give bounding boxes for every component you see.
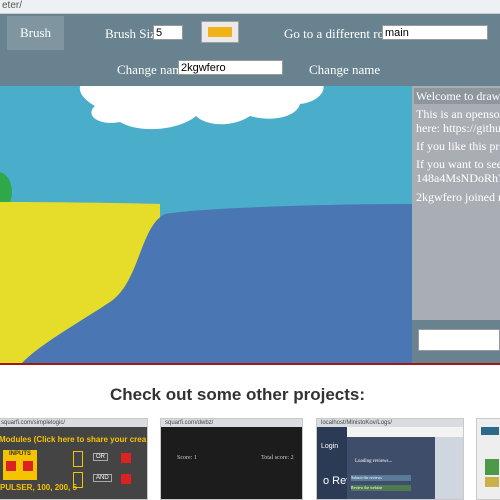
inputs-label: INPUTS — [9, 451, 32, 457]
project-thumbnail-partial[interactable] — [476, 418, 500, 500]
toolbar: Brush Brush Size: Go to a different room… — [0, 14, 500, 86]
thumb-sidebar — [317, 427, 347, 499]
project-thumbnail-simplelogic[interactable]: squarfi.com/simplelogic/ Modules (Click … — [0, 418, 148, 500]
chat-panel: Welcome to drawtog This is an opensourc … — [412, 86, 500, 365]
chat-messages: Welcome to drawtog This is an opensourc … — [412, 86, 500, 320]
thumb-url: squarfi.com/dwbz/ — [161, 419, 302, 427]
projects-heading: Check out some other projects: — [109, 385, 366, 404]
project-thumbnail-reviews[interactable]: localhost/MinistoKov/Logs/ Login o Rev L… — [316, 418, 464, 500]
url-text: eter/ — [2, 0, 23, 11]
color-swatch — [208, 27, 232, 37]
and-gate: AND — [93, 474, 112, 482]
change-name-button[interactable]: Change name — [309, 62, 380, 78]
chat-message: Welcome to drawtog — [414, 88, 500, 104]
thumb-item: Review the website — [351, 485, 411, 491]
browser-url-bar[interactable]: eter/ — [0, 0, 500, 14]
brush-button[interactable]: Brush — [7, 16, 64, 50]
score-left: Score: 1 — [177, 455, 197, 461]
room-input[interactable] — [382, 25, 488, 40]
name-input[interactable] — [178, 60, 283, 75]
thumb-screen — [161, 427, 302, 499]
pulser-label: PULSER, 100, 200, 5 — [0, 483, 77, 492]
thumb-url: squarfi.com/simplelogic/ — [0, 419, 147, 427]
chat-message: 2kgwfero joined mai — [416, 190, 500, 204]
chat-input-bar — [412, 320, 500, 363]
gate-block — [73, 472, 83, 488]
thumb-url: localhost/MinistoKov/Logs/ — [317, 419, 463, 427]
thumb-right-pane — [435, 437, 463, 499]
chat-message: If you like this projec — [416, 139, 500, 153]
thumb-login: Login — [321, 443, 339, 450]
thumb-item: Submit the reviews — [351, 475, 411, 481]
score-right: Total score: 2 — [261, 455, 294, 461]
canvas-drawing — [0, 86, 412, 363]
brush-color-picker[interactable] — [201, 21, 239, 43]
output-led — [121, 474, 131, 484]
thumb-block — [485, 477, 499, 487]
output-led — [121, 453, 131, 463]
input-led — [6, 461, 16, 471]
thumb-block — [485, 459, 499, 475]
gate-block — [73, 451, 83, 467]
thumb-header — [481, 427, 499, 435]
input-led — [23, 461, 33, 471]
chat-message: 148a4MsNDoRh7q — [416, 171, 500, 185]
drawing-canvas[interactable] — [0, 86, 412, 365]
or-gate: OR — [93, 453, 108, 461]
thumb-loading: Loading reviews... — [355, 459, 393, 464]
project-thumbnail-game[interactable]: squarfi.com/dwbz/ Score: 1 Total score: … — [160, 418, 303, 500]
chat-input[interactable] — [418, 329, 500, 351]
thumb-title: Modules (Click here to share your crea — [0, 435, 147, 444]
brush-size-input[interactable] — [153, 25, 183, 40]
chat-message: here: https://github.co — [416, 121, 500, 135]
